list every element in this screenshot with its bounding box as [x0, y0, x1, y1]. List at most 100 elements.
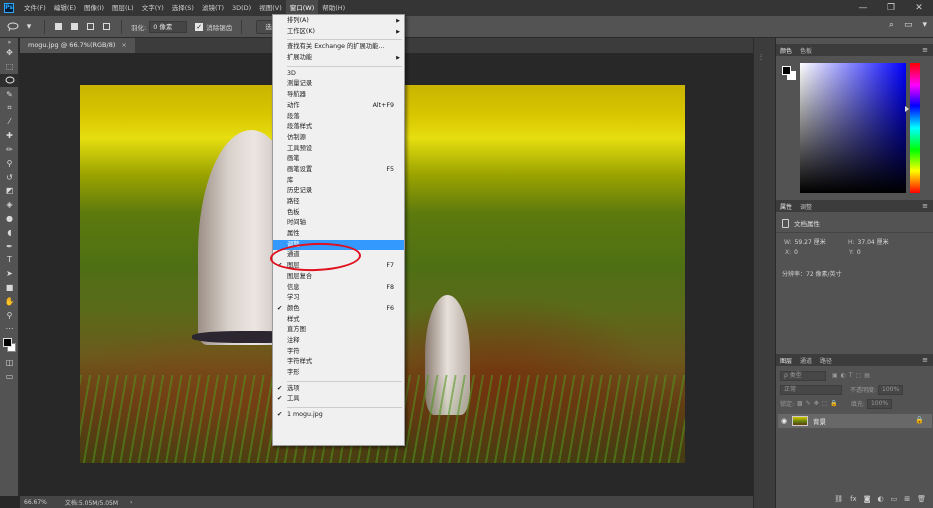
panel-menu-icon[interactable]: ≡ [922, 46, 928, 54]
screen-mode-icon[interactable]: ▭ [0, 370, 19, 384]
menu-edit[interactable]: 编辑(E) [50, 0, 80, 16]
color-swatch-preview[interactable] [782, 66, 796, 80]
window-menu-item[interactable]: 工具预设 [273, 144, 404, 155]
new-selection-icon[interactable] [51, 20, 65, 34]
window-menu-item[interactable]: 仿制源 [273, 133, 404, 144]
zoom-tool-icon[interactable]: ⚲ [0, 308, 19, 322]
foreground-color-mini[interactable] [782, 66, 791, 75]
window-menu-item[interactable]: ✔ 工具 [273, 394, 404, 405]
window-menu-item[interactable]: 画笔 [273, 154, 404, 165]
window-menu-item[interactable]: 路径 [273, 197, 404, 208]
window-menu-item[interactable]: ✔ 选项 [273, 384, 404, 395]
chevron-down-icon[interactable]: ▾ [22, 20, 36, 34]
fill-input[interactable]: 100% [866, 398, 893, 409]
tab-swatches[interactable]: 色板 [800, 46, 812, 55]
delete-layer-icon[interactable]: 🗑 [917, 495, 926, 503]
panel-menu-icon[interactable]: ≡ [922, 356, 928, 364]
window-menu-item[interactable]: 查找有关 Exchange 的扩展功能... [273, 42, 404, 53]
window-menu-item[interactable]: 段落样式 [273, 122, 404, 133]
collapse-icon[interactable]: » [0, 38, 19, 46]
fx-icon[interactable]: fx [850, 495, 857, 503]
window-menu-item[interactable]: 扩展功能 ▶ [273, 53, 404, 64]
window-menu-item[interactable]: 学习 [273, 293, 404, 304]
link-layers-icon[interactable]: ⛓ [834, 495, 843, 503]
menu-image[interactable]: 图像(I) [80, 0, 108, 16]
window-menu-item[interactable]: 样式 [273, 315, 404, 326]
window-menu-item[interactable]: 注释 [273, 336, 404, 347]
lasso-tool-icon[interactable] [0, 73, 19, 88]
marquee-tool-icon[interactable]: ⬚ [0, 60, 19, 74]
history-brush-tool-icon[interactable]: ↺ [0, 170, 19, 184]
layer-name[interactable]: 背景 [813, 416, 826, 426]
menu-layer[interactable]: 图层(L) [108, 0, 138, 16]
maximize-button[interactable]: ❐ [877, 0, 905, 16]
window-menu-item[interactable]: 动作 Alt+F9 [273, 101, 404, 112]
window-menu-item[interactable]: 画笔设置 F5 [273, 165, 404, 176]
tab-color[interactable]: 颜色 [780, 46, 792, 55]
window-menu-item[interactable]: 信息 F8 [273, 283, 404, 294]
lasso-preset-icon[interactable] [6, 20, 20, 34]
window-menu-item[interactable]: ✔ 颜色 F6 [273, 304, 404, 315]
color-swatches[interactable] [0, 336, 19, 356]
add-to-selection-icon[interactable] [67, 20, 81, 34]
path-select-tool-icon[interactable]: ➤ [0, 267, 19, 281]
menu-type[interactable]: 文字(Y) [138, 0, 168, 16]
tab-paths[interactable]: 路径 [820, 356, 832, 365]
window-menu-item[interactable]: 字符 [273, 347, 404, 358]
window-menu-item[interactable]: 工作区(K) ▶ [273, 27, 404, 38]
new-layer-icon[interactable]: ⊞ [904, 495, 910, 503]
quick-select-tool-icon[interactable]: ✎ [0, 87, 19, 101]
blend-mode-select[interactable]: 正常 [780, 384, 842, 395]
menu-select[interactable]: 选择(S) [168, 0, 198, 16]
adjustment-layer-icon[interactable]: ◐ [878, 495, 884, 503]
menu-file[interactable]: 文件(F) [20, 0, 50, 16]
brush-tool-icon[interactable]: ✏ [0, 143, 19, 157]
zoom-level[interactable]: 66.67% [24, 499, 47, 506]
paint-bucket-tool-icon[interactable]: ◈ [0, 198, 19, 212]
window-menu-item[interactable]: 导航器 [273, 90, 404, 101]
window-menu-item[interactable]: 历史记录 [273, 186, 404, 197]
hand-tool-icon[interactable]: ✋ [0, 294, 19, 308]
search-icon[interactable]: ⌕ [889, 20, 894, 30]
window-menu-item[interactable]: 3D [273, 69, 404, 80]
document-tab[interactable]: mogu.jpg @ 66.7%(RGB/8) × [20, 38, 135, 53]
panel-icon[interactable]: ⫶ [760, 53, 770, 63]
eraser-tool-icon[interactable]: ◩ [0, 184, 19, 198]
window-menu-item[interactable]: ✔ 1 mogu.jpg [273, 410, 404, 421]
tab-properties[interactable]: 属性 [780, 202, 792, 211]
workspace-icon[interactable]: ▭ [904, 20, 913, 30]
window-menu-item[interactable]: 直方图 [273, 325, 404, 336]
type-tool-icon[interactable]: T [0, 253, 19, 267]
hue-slider[interactable] [910, 63, 920, 193]
lock-icons[interactable]: ▩✎✥⬚🔒 [797, 400, 841, 407]
color-picker-field[interactable] [800, 63, 906, 193]
feather-input[interactable]: 0 像素 [149, 20, 188, 33]
shape-tool-icon[interactable]: ■ [0, 281, 19, 295]
close-button[interactable]: ✕ [905, 0, 933, 16]
window-menu-item[interactable]: 时间轴 [273, 218, 404, 229]
window-menu-item[interactable]: 段落 [273, 112, 404, 123]
window-menu-item[interactable]: 图层复合 [273, 272, 404, 283]
add-mask-icon[interactable]: ◙ [864, 495, 871, 503]
layer-kind-filter[interactable]: ρ 类型 [780, 370, 826, 381]
opacity-input[interactable]: 100% [878, 384, 904, 395]
foreground-color-swatch[interactable] [3, 337, 12, 347]
eyedropper-tool-icon[interactable]: ⁄ [0, 115, 19, 129]
visibility-eye-icon[interactable]: ◉ [778, 417, 790, 425]
subtract-selection-icon[interactable] [83, 20, 97, 34]
window-menu-item[interactable]: 色板 [273, 208, 404, 219]
close-tab-icon[interactable]: × [121, 41, 126, 49]
tab-channels[interactable]: 通道 [800, 356, 812, 365]
healing-brush-tool-icon[interactable]: ✚ [0, 129, 19, 143]
pen-tool-icon[interactable]: ✒ [0, 239, 19, 253]
minimize-button[interactable]: — [849, 0, 877, 16]
window-menu-item[interactable]: 排列(A) ▶ [273, 16, 404, 27]
quick-mask-icon[interactable]: ◫ [0, 356, 19, 370]
panel-menu-icon[interactable]: ≡ [922, 202, 928, 210]
dodge-tool-icon[interactable]: ◖ [0, 225, 19, 239]
layer-row[interactable]: ◉ 背景 🔒 [778, 414, 932, 428]
window-menu-item[interactable]: 测量记录 [273, 79, 404, 90]
menu-3d[interactable]: 3D(D) [228, 0, 255, 16]
window-menu-item[interactable]: 属性 [273, 229, 404, 240]
layer-filter-icons[interactable]: ▣◐T⬚▤ [832, 372, 873, 379]
